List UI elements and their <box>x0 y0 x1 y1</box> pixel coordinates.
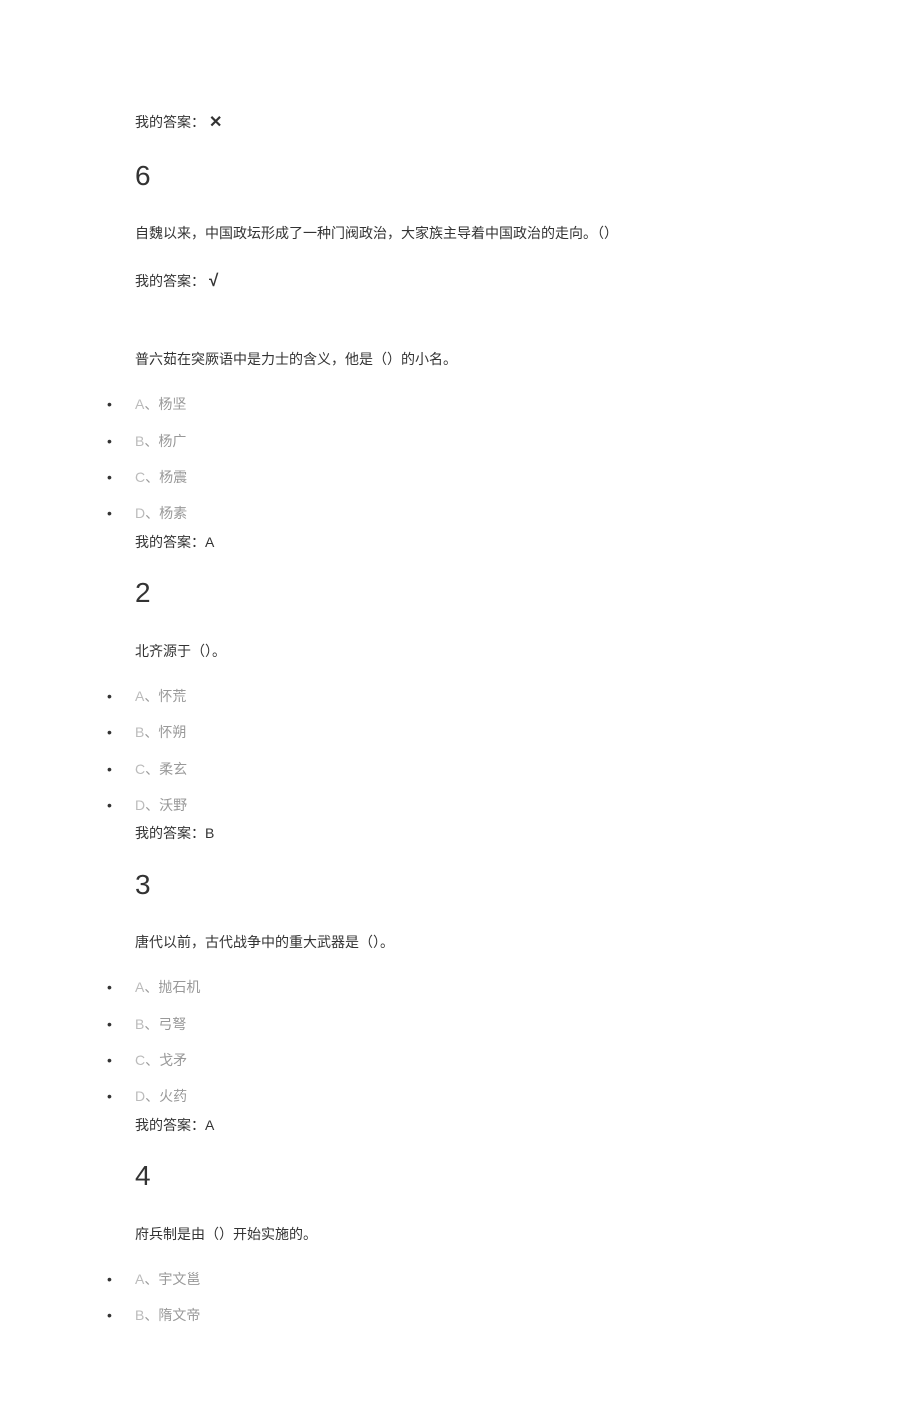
option-text: 柔玄 <box>159 761 187 777</box>
list-item: A、抛石机 <box>85 976 920 998</box>
options-list-1b: A、杨坚 B、杨广 C、杨震 D、杨素 我的答案：A <box>85 393 920 553</box>
answer-label: 我的答案： <box>135 273 205 289</box>
question-text-1b: 普六茹在突厥语中是力士的含义，他是（）的小名。 <box>135 344 920 375</box>
list-item: D、杨素 我的答案：A <box>85 502 920 553</box>
list-item: A、杨坚 <box>85 393 920 415</box>
option-text: 隋文帝 <box>158 1307 200 1323</box>
option-letter: D <box>135 797 145 813</box>
option-sep: 、 <box>145 797 159 813</box>
option-letter: A <box>135 396 144 412</box>
options-list-2b: A、怀荒 B、怀朔 C、柔玄 D、沃野 我的答案：B <box>85 685 920 845</box>
option-sep: 、 <box>144 1271 158 1287</box>
question-text-6: 自魏以来，中国政坛形成了一种门阀政治，大家族主导着中国政治的走向。（） <box>135 218 920 249</box>
list-item: B、隋文帝 <box>85 1304 920 1326</box>
answer-value: A <box>205 1117 214 1133</box>
option-letter: A <box>135 1271 144 1287</box>
option-letter: D <box>135 1088 145 1104</box>
list-item: A、宇文邕 <box>85 1268 920 1290</box>
option-letter: D <box>135 505 145 521</box>
option-sep: 、 <box>144 1307 158 1323</box>
answer-label: 我的答案： <box>135 534 205 550</box>
question-text-4b: 府兵制是由（）开始实施的。 <box>135 1219 920 1250</box>
option-text: 弓弩 <box>158 1016 186 1032</box>
list-item: C、戈矛 <box>85 1049 920 1071</box>
question-number-4b: 4 <box>135 1154 920 1199</box>
option-letter: B <box>135 433 144 449</box>
question-number-6: 6 <box>135 154 920 199</box>
option-text: 杨广 <box>158 433 186 449</box>
list-item: B、弓弩 <box>85 1013 920 1035</box>
option-text: 戈矛 <box>159 1052 187 1068</box>
answer-value: A <box>205 534 214 550</box>
answer-line-3b: 我的答案：A <box>135 1114 920 1136</box>
options-list-4b: A、宇文邕 B、隋文帝 <box>85 1268 920 1327</box>
question-text-3b: 唐代以前，古代战争中的重大武器是（）。 <box>135 927 920 958</box>
option-text: 杨坚 <box>158 396 186 412</box>
option-sep: 、 <box>144 724 158 740</box>
option-text: 杨素 <box>159 505 187 521</box>
answer-label: 我的答案： <box>135 825 205 841</box>
check-icon: √ <box>209 271 218 290</box>
answer-line-q5: 我的答案：✕ <box>135 110 920 136</box>
option-sep: 、 <box>145 469 159 485</box>
option-letter: B <box>135 724 144 740</box>
document-content: 我的答案：✕ 6 自魏以来，中国政坛形成了一种门阀政治，大家族主导着中国政治的走… <box>0 110 920 1327</box>
option-text: 怀荒 <box>158 688 186 704</box>
list-item: A、怀荒 <box>85 685 920 707</box>
answer-line-1b: 我的答案：A <box>135 531 920 553</box>
list-item: C、杨震 <box>85 466 920 488</box>
option-sep: 、 <box>145 761 159 777</box>
option-sep: 、 <box>144 433 158 449</box>
option-letter: B <box>135 1307 144 1323</box>
list-item: B、怀朔 <box>85 721 920 743</box>
option-sep: 、 <box>144 979 158 995</box>
answer-value: B <box>205 825 214 841</box>
option-sep: 、 <box>144 688 158 704</box>
answer-label: 我的答案： <box>135 1117 205 1133</box>
question-text-2b: 北齐源于（）。 <box>135 636 920 667</box>
answer-line-q6: 我的答案：√ <box>135 267 920 294</box>
option-text: 沃野 <box>159 797 187 813</box>
option-text: 火药 <box>159 1088 187 1104</box>
option-letter: B <box>135 1016 144 1032</box>
options-list-3b: A、抛石机 B、弓弩 C、戈矛 D、火药 我的答案：A <box>85 976 920 1136</box>
option-sep: 、 <box>144 1016 158 1032</box>
list-item: D、火药 我的答案：A <box>85 1085 920 1136</box>
option-sep: 、 <box>145 1088 159 1104</box>
list-item: D、沃野 我的答案：B <box>85 794 920 845</box>
option-letter: C <box>135 1052 145 1068</box>
list-item: B、杨广 <box>85 430 920 452</box>
list-item: C、柔玄 <box>85 758 920 780</box>
cross-icon: ✕ <box>209 114 222 131</box>
option-letter: C <box>135 761 145 777</box>
option-sep: 、 <box>144 396 158 412</box>
option-text: 杨震 <box>159 469 187 485</box>
option-letter: C <box>135 469 145 485</box>
question-number-3b: 3 <box>135 863 920 908</box>
option-text: 怀朔 <box>158 724 186 740</box>
answer-line-2b: 我的答案：B <box>135 822 920 844</box>
option-text: 抛石机 <box>158 979 200 995</box>
option-sep: 、 <box>145 1052 159 1068</box>
option-letter: A <box>135 979 144 995</box>
option-text: 宇文邕 <box>158 1271 200 1287</box>
option-sep: 、 <box>145 505 159 521</box>
option-letter: A <box>135 688 144 704</box>
question-number-2b: 2 <box>135 571 920 616</box>
answer-label: 我的答案： <box>135 114 205 130</box>
